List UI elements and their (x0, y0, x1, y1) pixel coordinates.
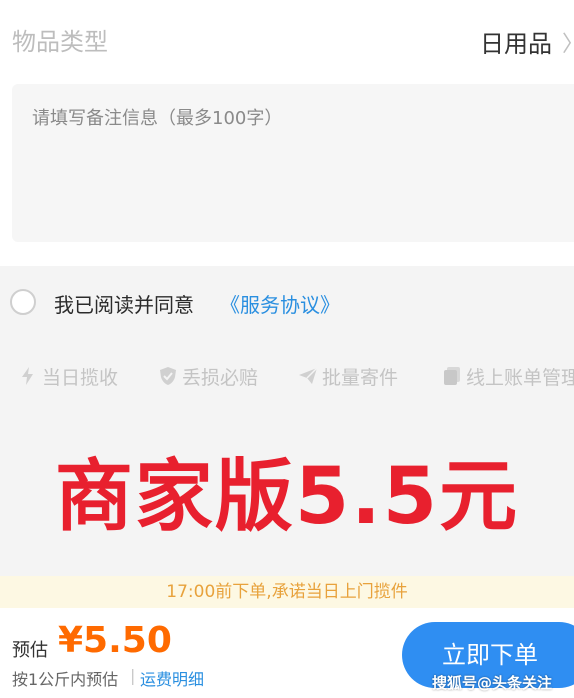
feature-item: 批量寄件 (298, 362, 398, 390)
watermark-text: 搜狐号@头条关注 (432, 674, 553, 692)
item-type-value[interactable]: 日用品 (480, 24, 552, 59)
service-agreement-link[interactable]: 《服务协议》 (220, 289, 340, 318)
item-type-row[interactable]: 物品类型 日用品 〉 (0, 0, 574, 80)
shield-icon (160, 367, 176, 385)
chevron-right-icon[interactable]: 〉 (562, 26, 574, 58)
feature-label: 线上账单管理 (466, 366, 574, 389)
estimate-label: 预估 (12, 640, 48, 661)
feature-label: 批量寄件 (322, 366, 399, 389)
agreement-text: 我已阅读并同意 (54, 293, 194, 317)
divider: | (130, 666, 136, 685)
fee-details-link[interactable]: 运费明细 (140, 666, 204, 690)
paper-plane-icon (299, 367, 318, 384)
feature-item: 当日揽收 (18, 362, 118, 390)
form-card: 物品类型 日用品 〉 请填写备注信息（最多100字） (0, 0, 574, 266)
feature-label: 丢损必赔 (182, 366, 259, 389)
agreement-row: 我已阅读并同意 《服务协议》 (0, 282, 574, 324)
remark-input[interactable]: 请填写备注信息（最多100字） (12, 84, 574, 242)
pickup-notice: 17:00前下单,承诺当日上门揽件 (0, 576, 574, 608)
agree-checkbox[interactable] (10, 289, 36, 315)
item-type-label: 物品类型 (12, 28, 108, 56)
document-icon (444, 367, 460, 385)
feature-list: 当日揽收 丢损必赔 批量寄件 线上账单管理 (0, 362, 574, 392)
price-value: ¥5.50 (58, 620, 172, 661)
remark-placeholder: 请填写备注信息（最多100字） (32, 108, 283, 129)
lightning-icon (22, 367, 33, 385)
feature-item: 丢损必赔 (158, 362, 258, 390)
feature-item: 线上账单管理 (442, 362, 574, 390)
estimate-note: 按1公斤内预估 (12, 670, 119, 689)
promo-banner-text: 商家版5.5元 (54, 452, 520, 542)
feature-label: 当日揽收 (42, 366, 119, 389)
